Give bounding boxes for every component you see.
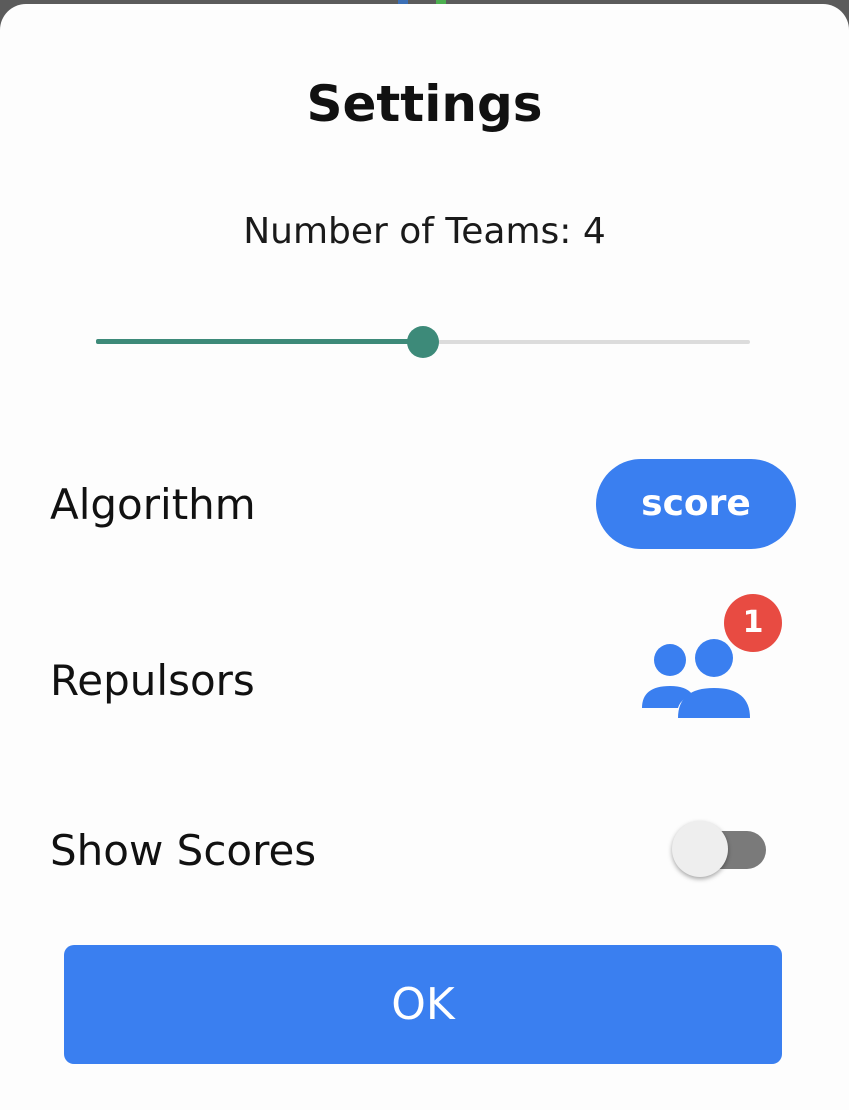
slider-thumb[interactable] [407, 326, 439, 358]
number-of-teams-label: Number of Teams: 4 [243, 211, 606, 252]
algorithm-select-button[interactable]: score [596, 459, 796, 549]
people-group-icon [642, 639, 750, 718]
toggle-knob [672, 821, 728, 877]
dialog-title: Settings [306, 75, 543, 133]
repulsors-label: Repulsors [50, 656, 255, 705]
algorithm-label: Algorithm [50, 480, 256, 529]
settings-dialog: Settings Number of Teams: 4 Algorithm sc… [0, 4, 849, 1110]
repulsors-count-badge: 1 [724, 594, 782, 652]
ok-button[interactable]: OK [64, 945, 782, 1064]
repulsors-button[interactable]: 1 [632, 594, 792, 724]
slider-fill [96, 339, 423, 344]
number-of-teams-slider[interactable] [96, 320, 750, 364]
show-scores-toggle[interactable] [672, 820, 768, 880]
show-scores-label: Show Scores [50, 826, 317, 875]
